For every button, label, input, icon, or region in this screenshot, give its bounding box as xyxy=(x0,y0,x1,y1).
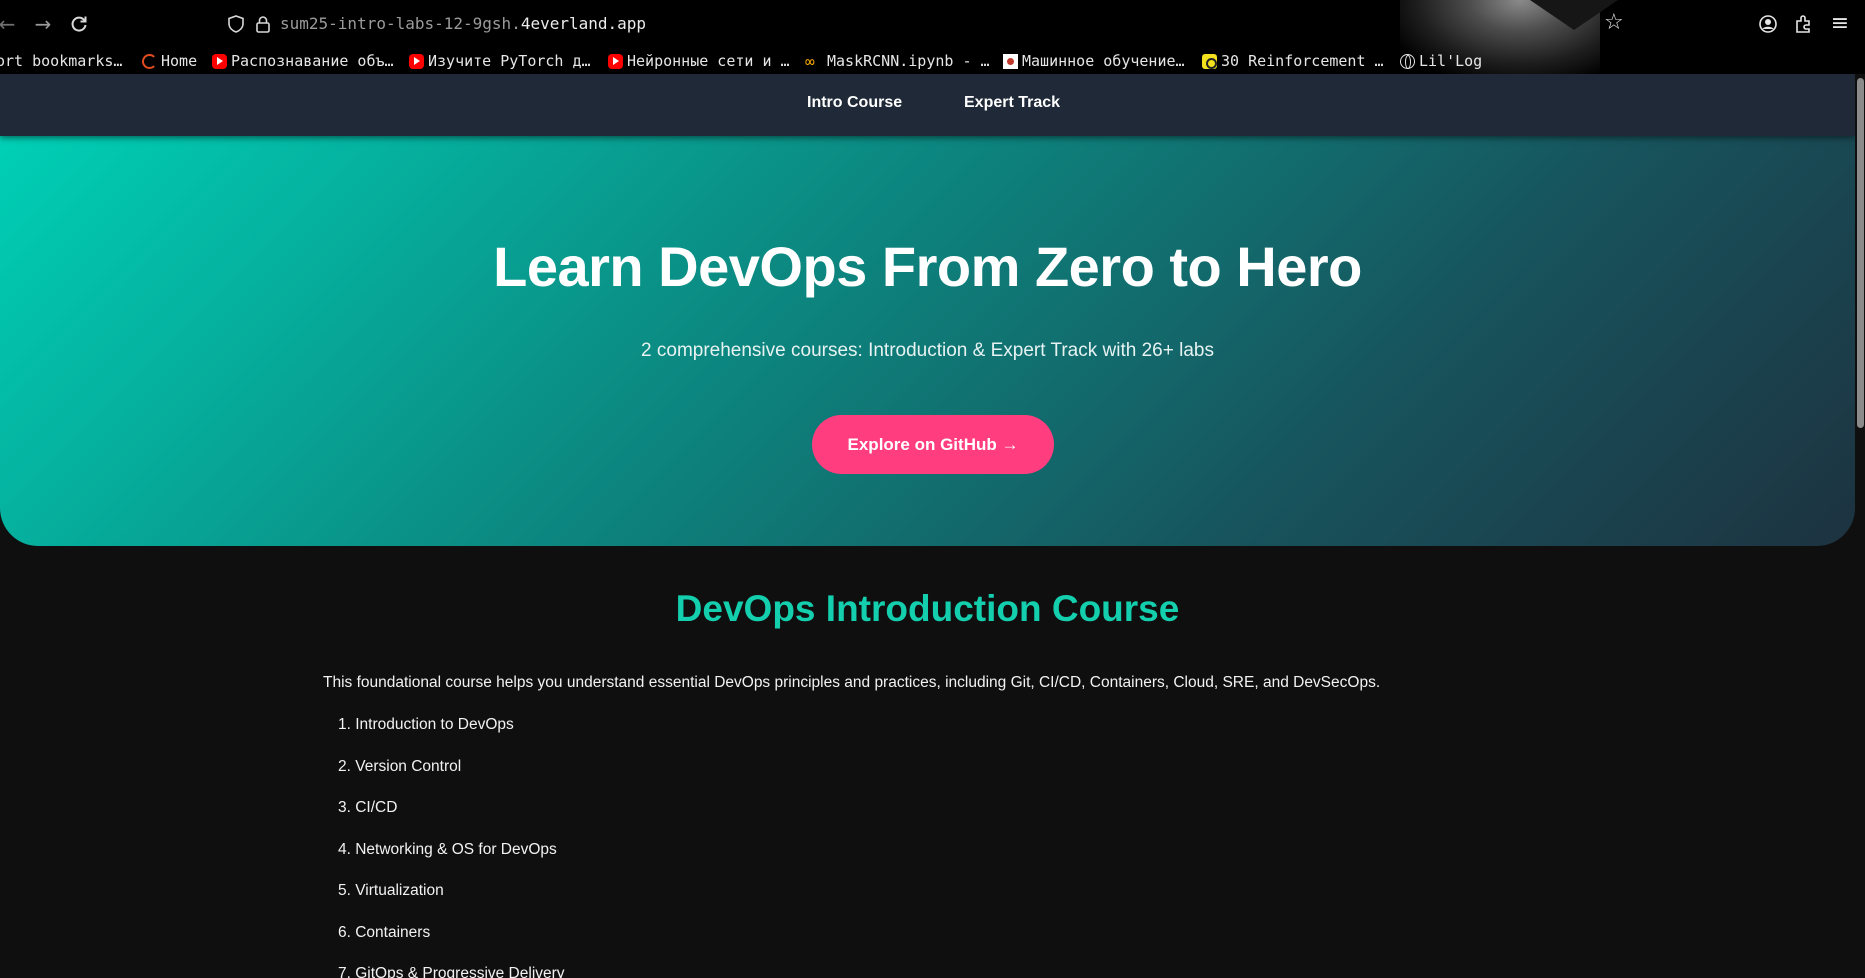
navigation-row: ← → sum25-intro-labs-12-9gsh.4everland.a… xyxy=(0,0,1865,74)
url-domain: 4everland.app xyxy=(520,14,647,33)
bookmarks-toolbar: ort bookmarks… Home Распознавание объ… И… xyxy=(0,48,1865,74)
lock-icon[interactable] xyxy=(253,14,273,34)
lesson-item: 6. Containers xyxy=(338,923,431,941)
youtube-icon xyxy=(212,53,227,69)
bookmark-label: Распознавание объ… xyxy=(231,52,394,70)
youtube-icon xyxy=(608,53,623,69)
bookmark-colab[interactable]: ∞ MaskRCNN.ipynb - … xyxy=(805,50,990,72)
scrollbar-thumb[interactable] xyxy=(1857,78,1864,428)
bookmark-youtube-3[interactable]: Нейронные сети и … xyxy=(608,50,790,72)
lesson-item: 3. CI/CD xyxy=(338,799,398,816)
bookmark-youtube-2[interactable]: Изучите PyTorch д… xyxy=(409,50,591,72)
bookmark-lillog[interactable]: Lil'Log xyxy=(1400,50,1482,72)
bookmark-label: Изучите PyTorch д… xyxy=(428,52,591,70)
bookmark-youtube-1[interactable]: Распознавание объ… xyxy=(212,50,394,72)
page-scrollbar[interactable] xyxy=(1855,74,1865,978)
star-icon[interactable]: ☆ xyxy=(1604,10,1628,36)
lesson-list: 1. Introduction to DevOps 2. Version Con… xyxy=(338,716,565,978)
ml-favicon-icon xyxy=(1003,53,1018,69)
explore-github-button[interactable]: Explore on GitHub → xyxy=(812,415,1054,474)
hamburger-menu-icon[interactable]: ≡ xyxy=(1828,12,1852,36)
intro-course-title: DevOps Introduction Course xyxy=(675,588,1180,629)
bookmark-import[interactable]: ort bookmarks… xyxy=(0,50,122,72)
forward-arrow-icon[interactable]: → xyxy=(30,11,56,37)
url-prefix: sum25-intro-labs-12-9gsh. xyxy=(280,14,521,33)
hero-subtitle: 2 comprehensive courses: Introduction & … xyxy=(641,340,1214,361)
hero-title: Learn DevOps From Zero to Hero xyxy=(493,235,1362,298)
lesson-item: 2. Version Control xyxy=(338,757,462,775)
url-text[interactable]: sum25-intro-labs-12-9gsh.4everland.app xyxy=(280,14,646,33)
back-arrow-icon[interactable]: ← xyxy=(0,11,20,37)
shield-icon[interactable] xyxy=(226,14,246,34)
rl-favicon-icon xyxy=(1202,53,1217,69)
intro-course-description: This foundational course helps you under… xyxy=(323,674,1381,691)
globe-icon xyxy=(1400,53,1415,69)
bookmark-label: ort bookmarks… xyxy=(0,52,123,70)
lesson-item: 7. GitOps & Progressive Delivery xyxy=(338,965,565,978)
browser-toolbar: ← → sum25-intro-labs-12-9gsh.4everland.a… xyxy=(0,0,1865,74)
home-favicon-icon xyxy=(142,53,157,69)
bookmark-label: Машинное обучение… xyxy=(1022,52,1185,70)
lesson-item: 4. Networking & OS for DevOps xyxy=(338,840,557,858)
nav-link-expert-track[interactable]: Expert Track xyxy=(964,94,1060,112)
bookmark-label: MaskRCNN.ipynb - … xyxy=(827,52,990,70)
bookmark-label: Lil'Log xyxy=(1419,52,1483,70)
reload-icon[interactable] xyxy=(66,11,92,37)
lesson-item: 1. Introduction to DevOps xyxy=(338,716,514,733)
web-page: Intro Course Expert Track Learn DevOps F… xyxy=(0,74,1855,978)
bookmark-ml[interactable]: Машинное обучение… xyxy=(1003,50,1185,72)
bookmark-home[interactable]: Home xyxy=(142,50,197,72)
nav-link-intro-course[interactable]: Intro Course xyxy=(807,94,902,112)
colab-icon: ∞ xyxy=(805,51,815,71)
bookmark-label: Home xyxy=(161,52,198,70)
site-navbar: Intro Course Expert Track xyxy=(0,74,1855,136)
bookmark-label: Нейронные сети и … xyxy=(627,52,790,70)
youtube-icon xyxy=(409,53,424,69)
address-bar[interactable]: sum25-intro-labs-12-9gsh.4everland.app xyxy=(220,10,1400,38)
hero-section: Learn DevOps From Zero to Hero 2 compreh… xyxy=(0,136,1855,546)
bookmark-rl[interactable]: 30 Reinforcement … xyxy=(1202,50,1384,72)
account-icon[interactable] xyxy=(1756,12,1780,36)
extensions-icon[interactable] xyxy=(1792,12,1816,36)
bookmark-label: 30 Reinforcement … xyxy=(1221,52,1384,70)
lesson-item: 5. Virtualization xyxy=(338,882,444,899)
